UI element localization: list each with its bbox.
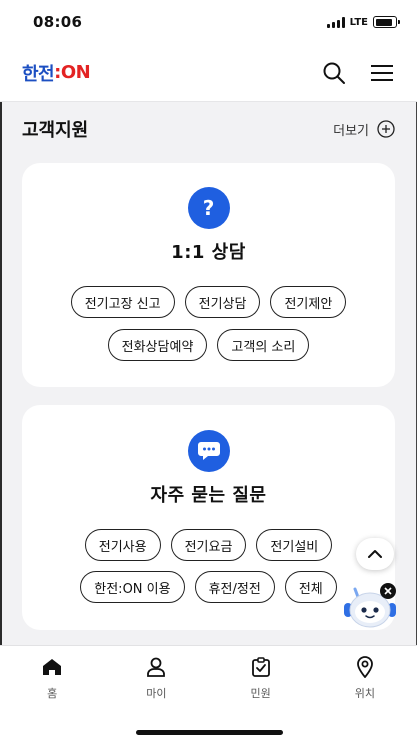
chip-customer-voice[interactable]: 고객의 소리 [217, 329, 310, 361]
search-icon[interactable] [321, 60, 347, 86]
card-title: 1:1 상담 [171, 242, 246, 263]
logo-accent-text: ON [60, 62, 91, 83]
chip-power-outage[interactable]: 휴전/정전 [194, 571, 275, 603]
hamburger-menu-icon[interactable] [369, 60, 395, 86]
location-pin-icon [354, 656, 376, 678]
support-chip-row-1: 전기고장 신고 전기상담 전기제안 [22, 286, 395, 318]
faq-chip-row-1: 전기사용 전기요금 전기설비 [22, 529, 395, 561]
bottom-navigation: 홈 마이 민원 위치 [0, 645, 417, 738]
logo-main-text: 한전 [22, 63, 55, 85]
signal-icon [326, 16, 345, 28]
chip-phone-reservation[interactable]: 전화상담예약 [107, 329, 208, 361]
card-title: 자주 묻는 질문 [150, 485, 267, 506]
clipboard-check-icon [250, 656, 272, 678]
chat-bubble-icon [187, 430, 230, 472]
nav-label-location: 위치 [354, 687, 375, 700]
app-header: 한전 : ON [0, 44, 417, 102]
status-bar: 08:06 LTE [0, 0, 417, 44]
logo-separator: : [54, 62, 61, 83]
plus-circle-icon [377, 120, 395, 138]
home-icon [41, 656, 63, 678]
customer-support-header: 고객지원 더보기 [22, 115, 395, 143]
faq-card: 자주 묻는 질문 전기사용 전기요금 전기설비 한전:ON 이용 휴전/정전 전… [22, 405, 395, 630]
scroll-to-top-button[interactable] [356, 538, 394, 570]
chip-electric-bill[interactable]: 전기요금 [170, 529, 247, 561]
header-actions [321, 60, 395, 86]
more-button[interactable]: 더보기 [333, 120, 395, 139]
nav-item-home[interactable]: 홈 [0, 646, 104, 706]
question-icon: ? [187, 187, 230, 229]
nav-item-location[interactable]: 위치 [313, 646, 417, 706]
chip-fault-report[interactable]: 전기고장 신고 [70, 286, 175, 318]
chip-electric-proposal[interactable]: 전기제안 [270, 286, 347, 318]
close-icon[interactable] [380, 583, 396, 599]
frame-edge-left [0, 0, 2, 738]
nav-label-civil-request: 민원 [250, 687, 271, 700]
support-chip-row-2: 전화상담예약 고객의 소리 [22, 329, 395, 361]
nav-label-home: 홈 [47, 687, 58, 700]
nav-item-civil-request[interactable]: 민원 [209, 646, 313, 706]
faq-chip-row-2: 한전:ON 이용 휴전/정전 전체 [22, 571, 395, 603]
status-time: 08:06 [33, 13, 83, 31]
kepco-on-logo[interactable]: 한전 : ON [22, 60, 91, 86]
chip-electric-facility[interactable]: 전기설비 [256, 529, 333, 561]
battery-icon [373, 16, 400, 28]
more-label: 더보기 [333, 123, 369, 139]
section-title: 고객지원 [22, 120, 89, 141]
chip-electric-usage[interactable]: 전기사용 [84, 529, 161, 561]
battery-level [375, 18, 392, 26]
chevron-up-icon [368, 550, 382, 558]
home-indicator [136, 730, 283, 735]
chip-electric-consult[interactable]: 전기상담 [184, 286, 261, 318]
chip-app-usage[interactable]: 한전:ON 이용 [80, 571, 185, 603]
chip-all[interactable]: 전체 [284, 571, 337, 603]
network-type: LTE [349, 16, 368, 28]
one-to-one-support-card: ? 1:1 상담 전기고장 신고 전기상담 전기제안 전화상담예약 고객의 소리 [22, 163, 395, 387]
status-indicators: LTE [326, 16, 400, 28]
nav-item-my[interactable]: 마이 [104, 646, 208, 706]
nav-label-my: 마이 [146, 687, 167, 700]
person-icon [145, 656, 167, 678]
